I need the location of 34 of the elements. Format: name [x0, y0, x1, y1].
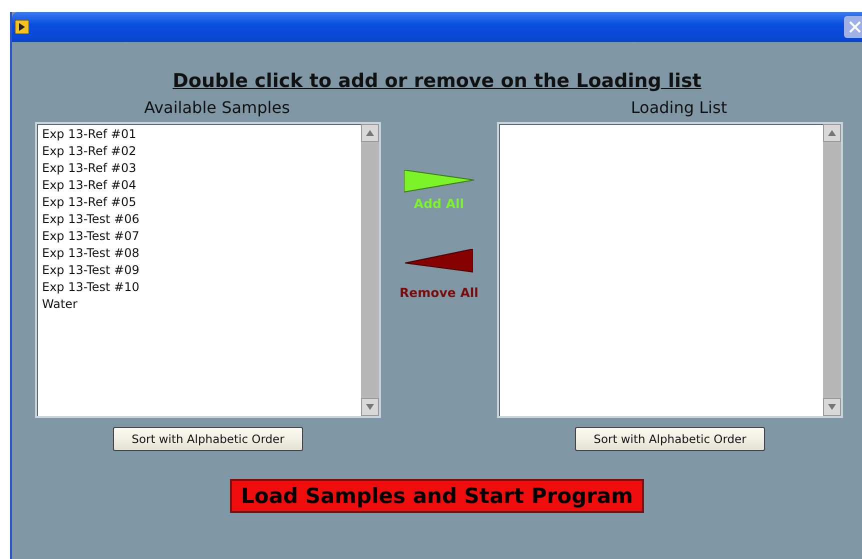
sort-button[interactable]: Sort with Alphabetic Order [113, 427, 303, 451]
close-icon[interactable] [844, 16, 862, 38]
app-icon [15, 20, 29, 34]
list-item[interactable]: Exp 13-Ref #02 [42, 143, 356, 160]
scrollbar[interactable] [823, 124, 841, 416]
list-title: Loading List [630, 98, 728, 119]
scroll-down-button[interactable] [823, 398, 841, 416]
scroll-up-button[interactable] [823, 124, 841, 142]
scroll-up-icon [366, 130, 374, 136]
sample-list[interactable] [497, 122, 843, 418]
scrollbar[interactable] [361, 124, 379, 416]
start-button[interactable]: Load Samples and Start Program [230, 479, 644, 513]
scroll-down-icon [828, 404, 836, 410]
list-item[interactable]: Exp 13-Test #08 [42, 245, 356, 262]
list-item[interactable]: Exp 13-Ref #04 [42, 177, 356, 194]
scroll-down-button[interactable] [361, 398, 379, 416]
left-arrow-icon [405, 249, 473, 273]
list-item[interactable]: Exp 13-Ref #01 [42, 126, 356, 143]
instruction-heading: Double click to add or remove on the Loading list [172, 70, 702, 92]
list-item[interactable]: Exp 13-Test #07 [42, 228, 356, 245]
list-item[interactable]: Water [42, 296, 356, 313]
list-item[interactable]: Exp 13-Test #06 [42, 211, 356, 228]
scroll-up-button[interactable] [361, 124, 379, 142]
sample-list[interactable]: Exp 13-Ref #01 Exp 13-Ref #02 Exp 13-Ref #03 Exp 13-Ref #04 Exp 13-Ref #05 Exp 13-Test #06 Exp 13-Test #07 Exp 13-Test #08 Exp 13-Test #09 Exp 13-Test #10 Water [35, 122, 381, 418]
scroll-up-icon [828, 130, 836, 136]
remove-all-button[interactable]: Remove All [400, 249, 478, 300]
list-title: Available Samples [144, 98, 290, 119]
scroll-down-icon [366, 404, 374, 410]
sort-button[interactable]: Sort with Alphabetic Order [575, 427, 765, 451]
right-arrow-icon [404, 170, 474, 194]
list-item[interactable]: Exp 13-Test #09 [42, 262, 356, 279]
list-item[interactable]: Exp 13-Test #10 [42, 279, 356, 296]
list-item[interactable]: Exp 13-Ref #05 [42, 194, 356, 211]
list-item[interactable]: Exp 13-Ref #03 [42, 160, 356, 177]
